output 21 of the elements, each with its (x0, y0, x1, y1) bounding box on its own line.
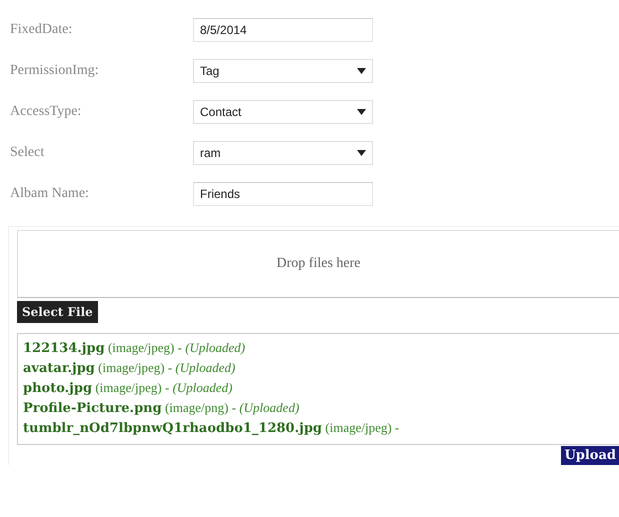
caret-icon (357, 150, 366, 156)
input-field[interactable]: Friends (193, 182, 373, 206)
caret-icon (357, 68, 366, 74)
dropdown[interactable]: Tag (193, 58, 373, 82)
drop-zone[interactable]: Drop files here (17, 230, 619, 298)
field-label: PermissionImg: (10, 62, 100, 78)
file-entry: photo.jpg (image/jpeg) - (Uploaded) (23, 379, 234, 398)
file-entry: tumblr_nOd7lbpnwQ1rhaodbo1_1280.jpg (image/jpeg) - (23, 419, 400, 438)
select-file-button[interactable]: Select File (17, 301, 98, 323)
caret-icon (357, 108, 366, 114)
file-entry: 122134.jpg (image/jpeg) - (Uploaded) (23, 339, 246, 358)
field-label: FixedDate: (10, 22, 74, 38)
upload-button[interactable]: Upload (561, 446, 619, 465)
input-field[interactable]: 8/5/2014 (193, 18, 373, 42)
field-label: Select (10, 144, 46, 160)
field-label: Albam Name: (10, 186, 90, 202)
dropdown[interactable]: Contact (193, 100, 373, 124)
dropdown[interactable]: ram (193, 140, 373, 164)
file-entry: avatar.jpg (image/jpeg) - (Uploaded) (23, 359, 236, 378)
file-entry: Profile-Picture.png (image/png) - (Uploaded) (23, 399, 300, 418)
field-label: AccessType: (10, 104, 82, 120)
